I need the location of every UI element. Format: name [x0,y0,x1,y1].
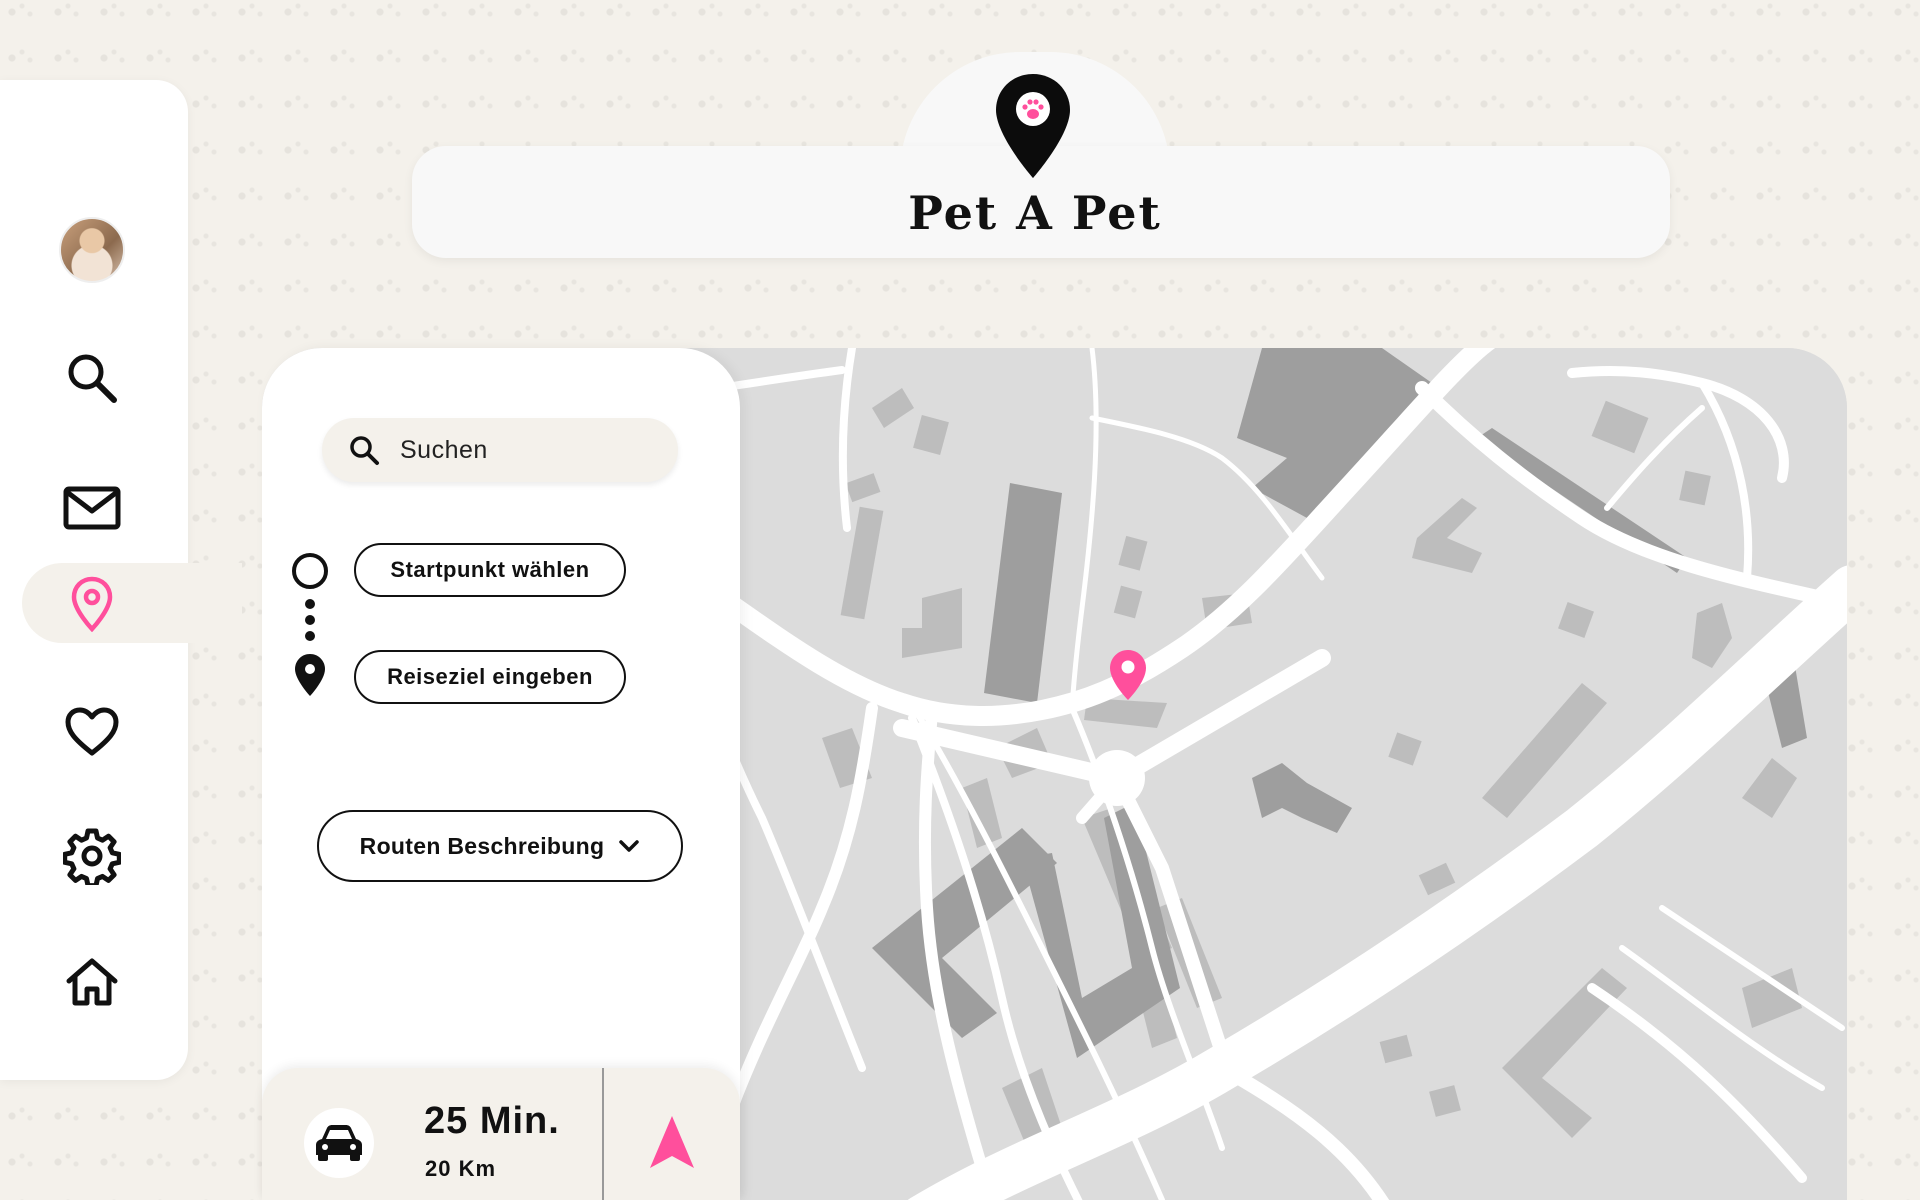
navigation-arrow-icon[interactable] [642,1112,702,1172]
pet-pin-logo-icon [996,74,1070,178]
sidebar-item-profile[interactable] [40,210,144,290]
sidebar-item-favorites[interactable] [40,692,144,772]
route-description-label: Routen Beschreibung [359,832,605,859]
sidebar-item-search[interactable] [40,338,144,418]
heart-icon [65,707,119,756]
route-description-dropdown[interactable]: Routen Beschreibung [317,810,683,882]
trip-distance: 20 Km [425,1156,497,1181]
map-pin-icon [71,576,113,632]
route-destination-pin-icon [295,654,325,696]
travel-mode-button[interactable] [304,1108,374,1178]
home-icon [66,958,118,1006]
gear-icon [63,828,121,885]
car-icon [316,1125,362,1161]
trip-duration: 25 Min. [424,1100,560,1142]
trip-summary: 25 Min. 20 Km [262,1068,740,1200]
search-icon [350,436,379,465]
destination-button[interactable]: Reiseziel eingeben [354,650,626,704]
divider [602,1068,604,1200]
route-start-circle-icon [292,553,328,589]
search-input[interactable]: Suchen [322,418,678,482]
chevron-down-icon [619,840,640,852]
route-panel: Suchen Startpunkt wählen Reiseziel einge… [262,348,740,1200]
sidebar-item-settings[interactable] [40,816,144,896]
avatar[interactable] [59,217,125,283]
sidebar-item-map[interactable] [40,564,144,644]
search-icon [68,354,117,403]
app-title: Pet A Pet [908,186,1162,240]
mail-icon [63,486,121,530]
start-point-button[interactable]: Startpunkt wählen [354,543,626,597]
route-dots-icon [305,599,315,641]
sidebar-item-messages[interactable] [40,468,144,548]
search-placeholder: Suchen [400,435,488,464]
sidebar-item-home[interactable] [40,942,144,1022]
